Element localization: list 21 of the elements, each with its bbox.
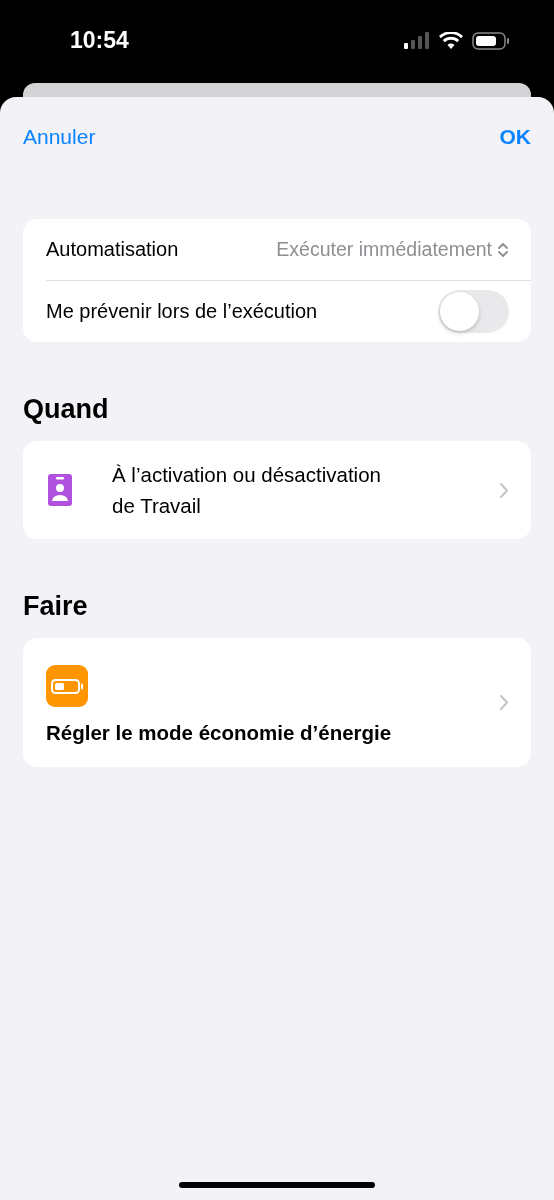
trigger-card[interactable]: À l’activation ou désactivation de Travail — [23, 441, 531, 539]
badge-person-icon — [48, 474, 72, 506]
chevron-right-icon — [499, 694, 509, 711]
notify-toggle[interactable] — [438, 290, 509, 333]
battery-icon — [472, 31, 510, 50]
setting-label: Me prévenir lors de l’exécution — [46, 300, 318, 323]
trigger-text: À l’activation ou désactivation de Travail — [112, 462, 382, 519]
wifi-icon — [439, 32, 463, 49]
signal-icon — [404, 32, 430, 49]
automation-picker[interactable]: Exécuter immédiatement — [276, 238, 509, 261]
status-time: 10:54 — [70, 27, 129, 54]
section-heading: Faire — [23, 591, 89, 622]
section-heading: Quand — [23, 394, 110, 425]
action-card[interactable]: Régler le mode économie d’énergie — [23, 638, 531, 767]
setting-label: Automatisation — [46, 238, 179, 261]
chevron-right-icon — [499, 481, 509, 499]
battery-icon — [46, 664, 88, 707]
chevron-updown-icon — [497, 240, 509, 259]
cancel-button[interactable]: Annuler — [23, 125, 96, 149]
ok-button[interactable]: OK — [499, 125, 531, 149]
action-text: Régler le mode économie d’énergie — [46, 720, 392, 745]
